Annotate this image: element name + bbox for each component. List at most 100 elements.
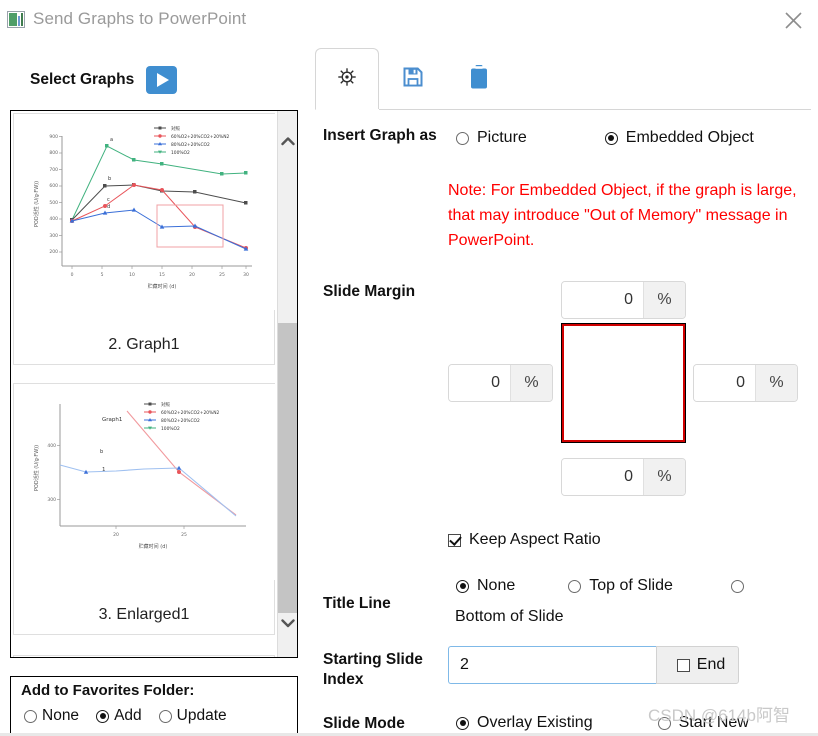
svg-text:100%O2: 100%O2 bbox=[161, 426, 180, 432]
radio-title-none[interactable] bbox=[456, 579, 469, 593]
svg-text:80%O2+20%CO2: 80%O2+20%CO2 bbox=[171, 142, 210, 148]
scrollbar-thumb[interactable] bbox=[278, 323, 297, 615]
title-line-option-none-label: None bbox=[477, 577, 516, 594]
tab-settings[interactable] bbox=[315, 48, 379, 110]
slide-margin-top-value[interactable]: 0 bbox=[562, 282, 643, 318]
slide-margin-label: Slide Margin bbox=[323, 283, 416, 300]
radio-none[interactable] bbox=[24, 709, 37, 723]
svg-text:b: b bbox=[100, 449, 103, 455]
svg-text:60%O2+20%CO2+20%N2: 60%O2+20%CO2+20%N2 bbox=[171, 134, 229, 140]
insert-graph-as-option-embedded-object-label: Embedded Object bbox=[625, 129, 754, 146]
favorites-option-update[interactable]: Update bbox=[154, 707, 227, 725]
end-label: End bbox=[696, 656, 726, 673]
add-to-favorites-folder-group: Add to Favorites Folder: None Add Update bbox=[10, 676, 298, 734]
slide-margin-bottom-unit: % bbox=[643, 459, 685, 495]
slide-mode-option-start-new[interactable]: Start New bbox=[650, 714, 749, 732]
svg-text:300: 300 bbox=[47, 497, 56, 503]
svg-text:400: 400 bbox=[47, 443, 56, 449]
radio-title-top[interactable] bbox=[568, 579, 582, 593]
favorites-option-none-label: None bbox=[42, 707, 80, 724]
list-item[interactable] bbox=[13, 655, 275, 657]
select-graphs-label: Select Graphs bbox=[30, 71, 135, 88]
graph-thumbnail: 400 300 20 25 贮藏时间 (d) POD活性 (U/g·FW)) G… bbox=[14, 384, 276, 580]
title-line-option-top-label: Top of Slide bbox=[589, 577, 673, 594]
svg-text:15: 15 bbox=[159, 272, 165, 278]
svg-text:a: a bbox=[110, 137, 113, 143]
insert-graph-as-label: Insert Graph as bbox=[323, 127, 437, 144]
svg-text:贮藏时间 (d): 贮藏时间 (d) bbox=[148, 283, 177, 290]
title-line-option-none[interactable]: None bbox=[448, 577, 515, 595]
checkbox-keep-aspect-ratio[interactable] bbox=[448, 533, 461, 547]
clipboard-icon bbox=[467, 64, 491, 95]
svg-text:对照: 对照 bbox=[171, 125, 180, 132]
radio-title-bottom[interactable] bbox=[730, 579, 744, 593]
svg-text:20: 20 bbox=[189, 272, 195, 278]
radio-picture[interactable] bbox=[456, 131, 469, 145]
radio-start-new[interactable] bbox=[657, 716, 671, 730]
slide-margin-left-value[interactable]: 0 bbox=[449, 365, 510, 401]
slide-preview-box bbox=[561, 323, 686, 443]
radio-add[interactable] bbox=[96, 709, 110, 723]
svg-text:b: b bbox=[108, 176, 111, 182]
graph-caption: 2. Graph1 bbox=[108, 336, 180, 353]
graph-list[interactable]: 900 800 700 600 500 400 300 200 0 5 10 1… bbox=[10, 110, 298, 658]
svg-text:500: 500 bbox=[49, 200, 58, 206]
list-item[interactable]: 400 300 20 25 贮藏时间 (d) POD活性 (U/g·FW)) G… bbox=[13, 383, 276, 635]
insert-graph-as-option-picture[interactable]: Picture bbox=[448, 129, 527, 147]
svg-text:POD活性 (U/g·FW)): POD活性 (U/g·FW)) bbox=[33, 181, 40, 227]
radio-embedded-object[interactable] bbox=[604, 131, 618, 145]
svg-text:900: 900 bbox=[49, 134, 58, 140]
slide-margin-bottom-value[interactable]: 0 bbox=[562, 459, 643, 495]
graph-list-scrollbar[interactable] bbox=[277, 111, 297, 657]
list-item[interactable]: 900 800 700 600 500 400 300 200 0 5 10 1… bbox=[13, 113, 276, 365]
svg-text:80%O2+20%CO2: 80%O2+20%CO2 bbox=[161, 418, 200, 424]
send-graphs-to-powerpoint-window: Send Graphs to PowerPoint Select Graphs bbox=[0, 0, 818, 736]
slide-margin-right-unit: % bbox=[755, 365, 797, 401]
svg-text:400: 400 bbox=[49, 216, 58, 222]
svg-text:对照: 对照 bbox=[161, 401, 170, 408]
slide-margin-right-field[interactable]: 0 % bbox=[693, 364, 798, 402]
favorites-option-add[interactable]: Add bbox=[91, 707, 142, 725]
svg-text:贮藏时间 (d): 贮藏时间 (d) bbox=[139, 543, 168, 550]
svg-text:25: 25 bbox=[181, 532, 187, 538]
slide-mode-option-overlay[interactable]: Overlay Existing bbox=[448, 714, 593, 732]
insert-graph-as-option-embedded-object[interactable]: Embedded Object bbox=[597, 129, 754, 147]
svg-text:1: 1 bbox=[102, 467, 106, 473]
title-line-option-bottom[interactable] bbox=[723, 579, 744, 593]
svg-text:600: 600 bbox=[49, 183, 58, 189]
radio-update[interactable] bbox=[158, 709, 172, 723]
end-checkbox[interactable]: End bbox=[656, 646, 739, 684]
tab-clipboard[interactable] bbox=[447, 48, 511, 110]
chevron-down-icon[interactable] bbox=[278, 613, 297, 633]
insert-graph-as-option-picture-label: Picture bbox=[477, 129, 527, 146]
close-icon[interactable] bbox=[772, 3, 814, 37]
slide-margin-right-value[interactable]: 0 bbox=[694, 365, 755, 401]
svg-text:Graph1: Graph1 bbox=[102, 417, 122, 423]
keep-aspect-ratio-checkbox[interactable]: Keep Aspect Ratio bbox=[448, 531, 601, 549]
embedded-object-note: Note: For Embedded Object, if the graph … bbox=[448, 182, 797, 249]
slide-margin-left-field[interactable]: 0 % bbox=[448, 364, 553, 402]
graph-thumbnail: 900 800 700 600 500 400 300 200 0 5 10 1… bbox=[14, 114, 276, 310]
title-line-option-top[interactable]: Top of Slide bbox=[560, 577, 673, 595]
favorites-option-none[interactable]: None bbox=[19, 707, 79, 725]
chevron-up-icon[interactable] bbox=[278, 131, 297, 151]
svg-text:60%O2+20%CO2+20%N2: 60%O2+20%CO2+20%N2 bbox=[161, 410, 219, 416]
slide-mode-option-start-new-label: Start New bbox=[678, 714, 749, 731]
play-icon[interactable] bbox=[146, 66, 178, 94]
starting-slide-index-input[interactable]: 2 bbox=[448, 646, 656, 684]
slide-mode-label: Slide Mode bbox=[323, 715, 405, 732]
svg-text:0: 0 bbox=[71, 272, 74, 278]
favorites-label: Add to Favorites Folder: bbox=[21, 682, 195, 699]
radio-overlay-existing[interactable] bbox=[456, 716, 469, 730]
slide-margin-top-field[interactable]: 0 % bbox=[561, 281, 686, 319]
svg-text:300: 300 bbox=[49, 233, 58, 239]
tab-save[interactable] bbox=[381, 48, 445, 110]
keep-aspect-ratio-label: Keep Aspect Ratio bbox=[469, 531, 601, 548]
slide-margin-bottom-field[interactable]: 0 % bbox=[561, 458, 686, 496]
save-floppy-icon bbox=[401, 65, 425, 94]
graph-caption: 3. Enlarged1 bbox=[98, 606, 190, 623]
svg-text:POD活性 (U/g·FW)): POD活性 (U/g·FW)) bbox=[33, 445, 40, 491]
svg-text:700: 700 bbox=[49, 167, 58, 173]
checkbox-end[interactable] bbox=[676, 658, 690, 672]
title-line-option-bottom-label: Bottom of Slide bbox=[455, 608, 564, 625]
